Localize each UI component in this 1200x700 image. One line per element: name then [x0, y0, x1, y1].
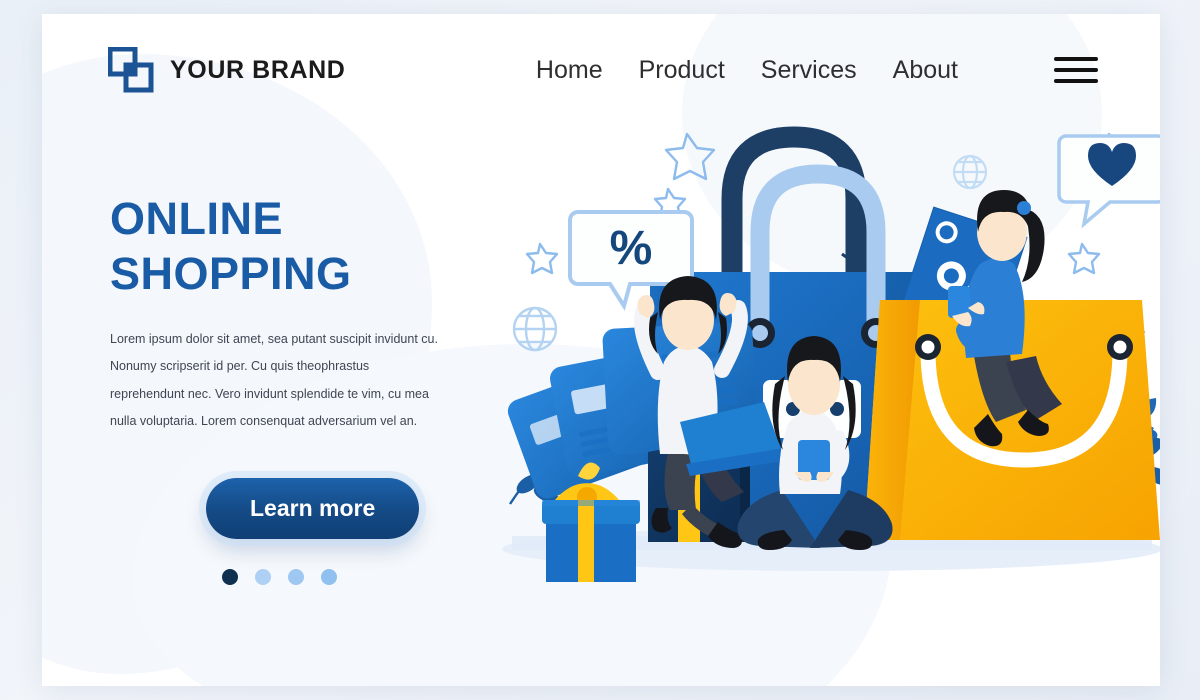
nav-item-about[interactable]: About: [893, 56, 958, 85]
two-overlapping-squares-logo-icon: [107, 46, 154, 93]
nav-item-product[interactable]: Product: [639, 56, 725, 85]
brand-logo[interactable]: YOUR BRAND: [107, 46, 346, 93]
site-header: YOUR BRAND Home Product Services About: [42, 14, 1160, 126]
carousel-dot-3[interactable]: [288, 568, 304, 585]
heart-speech-bubble: [1057, 134, 1160, 229]
brand-name: YOUR BRAND: [170, 55, 346, 84]
nav-item-services[interactable]: Services: [761, 56, 857, 85]
carousel-dot-1[interactable]: [222, 568, 238, 585]
hero-copy: ONLINE SHOPPING Lorem ipsum dolor sit am…: [110, 192, 510, 585]
learn-more-button[interactable]: Learn more: [206, 477, 420, 539]
svg-text:%: %: [610, 222, 653, 275]
carousel-dot-2[interactable]: [255, 568, 271, 585]
hamburger-menu-icon[interactable]: [1054, 57, 1098, 83]
globe-icon-right: [952, 154, 988, 190]
carousel-dots: [222, 568, 510, 585]
landing-page: YOUR BRAND Home Product Services About O…: [0, 0, 1200, 700]
online-shopping-illustration: %: [482, 104, 1160, 604]
nav-item-home[interactable]: Home: [536, 56, 603, 85]
main-navigation: Home Product Services About: [536, 56, 1098, 85]
cta-wrapper: Learn more: [206, 477, 510, 539]
hero-paragraph: Lorem ipsum dolor sit amet, sea putant s…: [110, 331, 438, 429]
page-card: YOUR BRAND Home Product Services About O…: [42, 14, 1160, 686]
carousel-dot-4[interactable]: [321, 568, 337, 585]
page-title-line1: ONLINE: [110, 193, 284, 244]
page-title-line2: SHOPPING: [110, 247, 352, 299]
globe-icon-left: [512, 306, 558, 352]
